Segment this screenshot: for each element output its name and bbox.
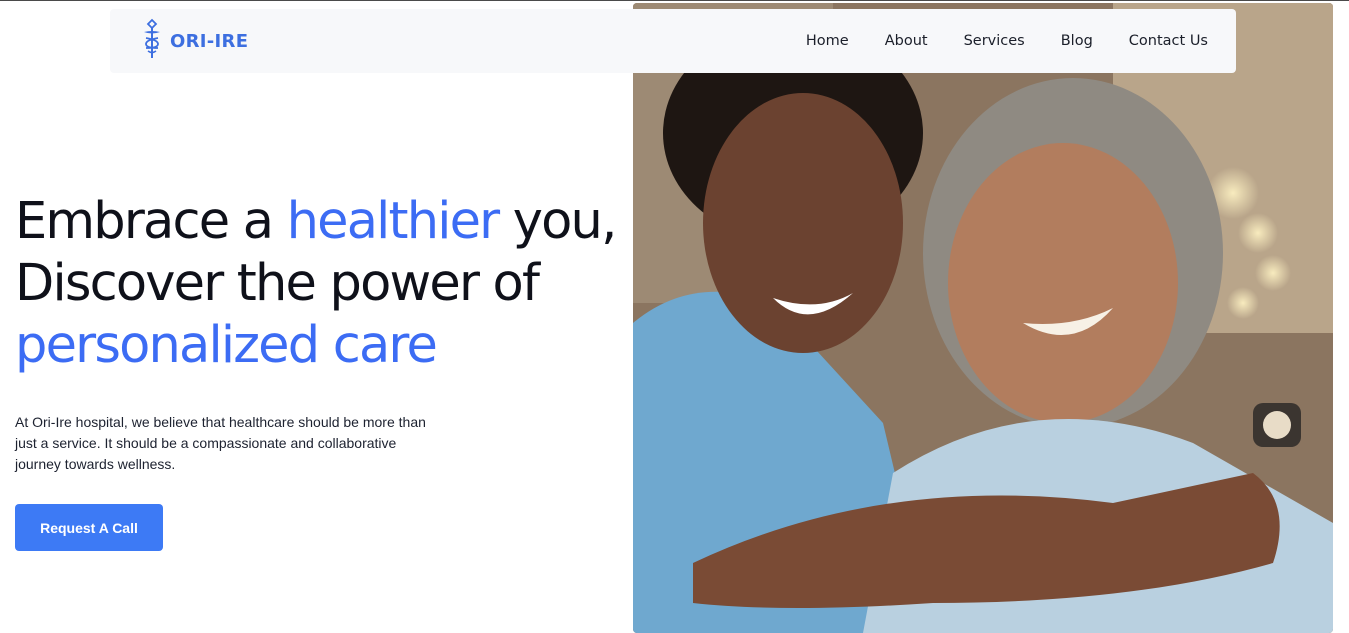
headline-line2: Discover the power of [15, 254, 540, 313]
brand-logo[interactable]: ORI-IRE [140, 18, 248, 65]
headline-accent-personalized-care: personalized care [15, 316, 438, 375]
brand-name: ORI-IRE [170, 30, 249, 52]
request-a-call-button[interactable]: Request A Call [15, 504, 163, 551]
headline-line1: Embrace a healthier you, [15, 192, 618, 251]
navbar: ORI-IRE Home About Services Blog Contact… [110, 9, 1236, 73]
nav-link-blog[interactable]: Blog [1061, 33, 1093, 49]
headline-accent-healthier: healthier [286, 192, 501, 251]
headline-text: you, [498, 192, 618, 251]
page: ORI-IRE Home About Services Blog Contact… [0, 0, 1349, 633]
nav-menu: Home About Services Blog Contact Us [806, 33, 1208, 49]
nav-link-services[interactable]: Services [964, 33, 1025, 49]
hero-photo [633, 3, 1333, 633]
nav-link-home[interactable]: Home [806, 33, 849, 49]
hero-headline: Embrace a healthier you, Discover the po… [15, 191, 618, 377]
caduceus-icon [140, 18, 164, 65]
headline-text: Embrace a [15, 192, 287, 251]
nav-link-about[interactable]: About [885, 33, 928, 49]
nav-link-contact-us[interactable]: Contact Us [1129, 33, 1208, 49]
hero-description: At Ori-Ire hospital, we believe that hea… [15, 414, 426, 472]
